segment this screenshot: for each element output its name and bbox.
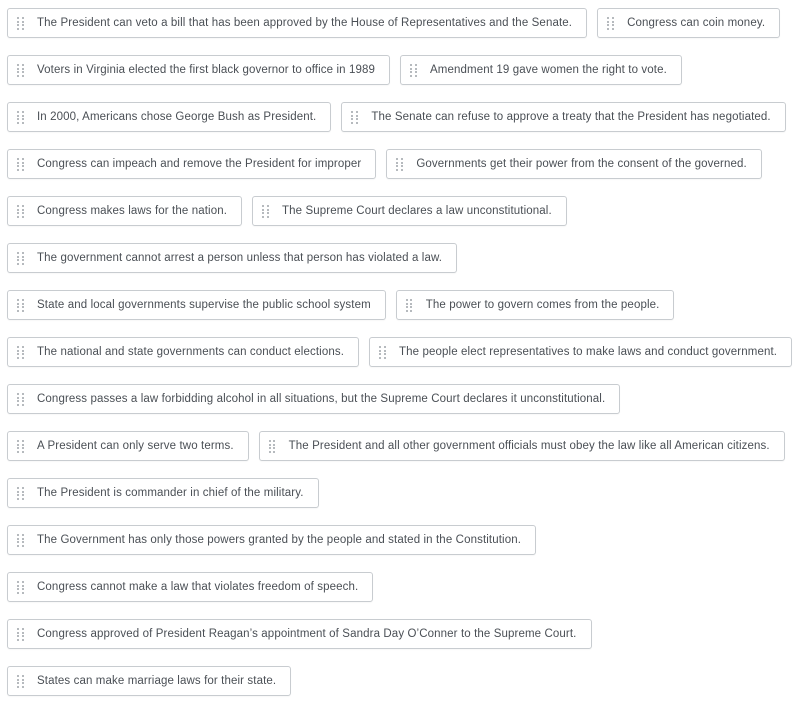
statement-text: The President is commander in chief of t…: [37, 487, 304, 499]
drag-handle-icon[interactable]: [17, 111, 25, 124]
drag-handle-icon[interactable]: [410, 64, 418, 77]
drag-handle-icon[interactable]: [17, 534, 25, 547]
statement-chip[interactable]: The President and all other government o…: [258, 431, 785, 461]
statement-chip[interactable]: The people elect representatives to make…: [369, 337, 793, 367]
statement-chip[interactable]: Congress cannot make a law that violates…: [7, 572, 374, 602]
drag-handle-icon[interactable]: [607, 17, 615, 30]
drag-handle-icon[interactable]: [17, 346, 25, 359]
drag-handle-icon[interactable]: [17, 252, 25, 265]
drag-handle-icon[interactable]: [17, 205, 25, 218]
statement-chip[interactable]: Congress can impeach and remove the Pres…: [7, 149, 377, 179]
statement-chip[interactable]: Congress makes laws for the nation.: [7, 196, 243, 226]
statement-text: The Senate can refuse to approve a treat…: [371, 111, 771, 123]
statement-text: The national and state governments can c…: [37, 346, 345, 358]
drag-handle-icon[interactable]: [17, 17, 25, 30]
statement-chip[interactable]: A President can only serve two terms.: [7, 431, 249, 461]
drag-handle-icon[interactable]: [17, 64, 25, 77]
statement-text: A President can only serve two terms.: [37, 440, 234, 452]
statement-chip[interactable]: Congress approved of President Reagan’s …: [7, 619, 592, 649]
statement-text: Congress cannot make a law that violates…: [37, 581, 359, 593]
statement-text: The power to govern comes from the peopl…: [425, 299, 660, 311]
statement-text: State and local governments supervise th…: [37, 299, 371, 311]
statement-text: Governments get their power from the con…: [416, 158, 747, 170]
statement-chip[interactable]: Amendment 19 gave women the right to vot…: [400, 55, 682, 85]
statement-text: The Supreme Court declares a law unconst…: [282, 205, 552, 217]
drag-handle-icon[interactable]: [351, 111, 359, 124]
statement-chip[interactable]: State and local governments supervise th…: [7, 290, 386, 320]
statement-text: Voters in Virginia elected the first bla…: [37, 64, 376, 76]
statement-chip[interactable]: Congress can coin money.: [597, 8, 781, 38]
drag-handle-icon[interactable]: [17, 440, 25, 453]
statement-text: The people elect representatives to make…: [399, 346, 778, 358]
statement-chip[interactable]: The national and state governments can c…: [7, 337, 360, 367]
statement-text: Amendment 19 gave women the right to vot…: [430, 64, 667, 76]
statement-text: In 2000, Americans chose George Bush as …: [37, 111, 317, 123]
statement-text: The President can veto a bill that has b…: [37, 17, 573, 29]
drag-handle-icon[interactable]: [268, 440, 277, 453]
drag-handle-icon[interactable]: [379, 346, 387, 359]
statement-chip[interactable]: Congress passes a law forbidding alcohol…: [7, 384, 621, 414]
drag-handle-icon[interactable]: [396, 158, 404, 171]
statement-chip[interactable]: The President is commander in chief of t…: [7, 478, 319, 508]
statement-chip[interactable]: The government cannot arrest a person un…: [7, 243, 458, 273]
statement-chip[interactable]: Voters in Virginia elected the first bla…: [7, 55, 391, 85]
statement-text: The government cannot arrest a person un…: [37, 252, 443, 264]
statement-chip[interactable]: In 2000, Americans chose George Bush as …: [7, 102, 332, 132]
statement-text: The Government has only those powers gra…: [37, 534, 522, 546]
statement-chip[interactable]: States can make marriage laws for their …: [7, 666, 292, 696]
drag-handle-icon[interactable]: [17, 158, 25, 171]
drag-handle-icon[interactable]: [17, 628, 25, 641]
drag-handle-icon[interactable]: [17, 675, 25, 688]
statement-text: Congress approved of President Reagan’s …: [37, 628, 577, 640]
statement-text: The President and all other government o…: [288, 440, 770, 452]
statement-chip[interactable]: The power to govern comes from the peopl…: [395, 290, 675, 320]
drag-handle-icon[interactable]: [17, 581, 25, 594]
statement-text: Congress makes laws for the nation.: [37, 205, 228, 217]
drag-handle-icon[interactable]: [262, 205, 270, 218]
statement-text: Congress passes a law forbidding alcohol…: [37, 393, 606, 405]
statement-chip[interactable]: Governments get their power from the con…: [386, 149, 762, 179]
statement-chip[interactable]: The President can veto a bill that has b…: [7, 8, 588, 38]
statement-chip[interactable]: The Senate can refuse to approve a treat…: [341, 102, 786, 132]
statement-text: Congress can impeach and remove the Pres…: [37, 158, 362, 170]
drag-handle-icon[interactable]: [17, 299, 25, 312]
statement-chip[interactable]: The Government has only those powers gra…: [7, 525, 537, 555]
drag-handle-icon[interactable]: [17, 487, 25, 500]
sortable-statement-board: The President can veto a bill that has b…: [0, 0, 800, 709]
statement-text: States can make marriage laws for their …: [37, 675, 277, 687]
drag-handle-icon[interactable]: [17, 393, 25, 406]
statement-text: Congress can coin money.: [627, 17, 766, 29]
drag-handle-icon[interactable]: [405, 299, 414, 312]
statement-chip[interactable]: The Supreme Court declares a law unconst…: [252, 196, 567, 226]
